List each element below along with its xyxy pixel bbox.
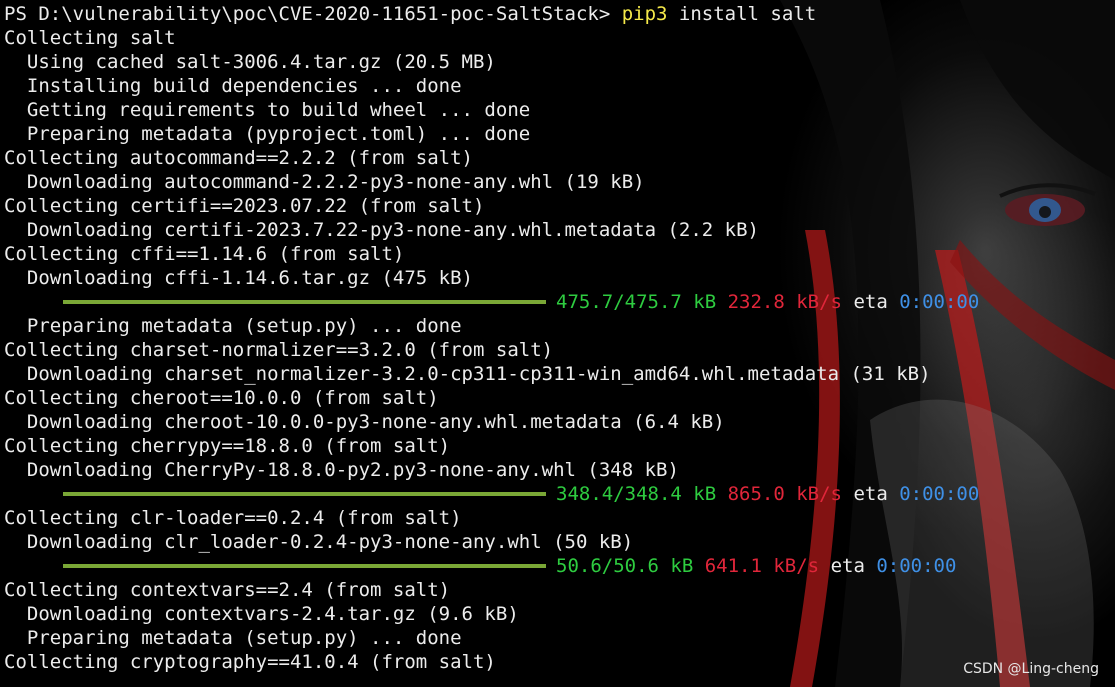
output-line: Downloading charset_normalizer-3.2.0-cp3… (4, 363, 931, 385)
output-line: Downloading cheroot-10.0.0-py3-none-any.… (4, 411, 725, 433)
progress-eta-label: eta (830, 555, 865, 577)
output-line: Collecting cherrypy==18.8.0 (from salt) (4, 435, 451, 457)
output-line: Downloading autocommand-2.2.2-py3-none-a… (4, 171, 645, 193)
progress-amount: 348.4/348.4 kB (556, 483, 717, 505)
progress-amount: 475.7/475.7 kB (556, 291, 717, 313)
command-args: install salt (667, 3, 817, 25)
progress-bar-fill (63, 492, 546, 496)
progress-bar (63, 492, 546, 496)
progress-speed: 865.0 kB/s (727, 483, 842, 505)
output-line: Downloading CherryPy-18.8.0-py2.py3-none… (4, 459, 679, 481)
progress-eta: 0:00:00 (899, 291, 980, 313)
output-line: Collecting cheroot==10.0.0 (from salt) (4, 387, 439, 409)
output-line: Downloading certifi-2023.7.22-py3-none-a… (4, 219, 759, 241)
prompt-line: PS D:\vulnerability\poc\CVE-2020-11651-p… (4, 2, 1115, 26)
progress-bar (63, 564, 546, 568)
output-line: Preparing metadata (setup.py) ... done (4, 627, 462, 649)
output-line: Getting requirements to build wheel ... … (4, 99, 531, 121)
progress-speed: 232.8 kB/s (727, 291, 842, 313)
output-line: Collecting certifi==2023.07.22 (from sal… (4, 195, 485, 217)
progress-stats: 348.4/348.4 kB 865.0 kB/s eta 0:00:00 (556, 482, 979, 506)
output-line: Downloading clr_loader-0.2.4-py3-none-an… (4, 531, 634, 553)
progress-stats: 475.7/475.7 kB 232.8 kB/s eta 0:00:00 (556, 290, 979, 314)
progress-bar-fill (63, 300, 546, 304)
terminal-output: PS D:\vulnerability\poc\CVE-2020-11651-p… (4, 2, 1115, 674)
download-progress-line: 475.7/475.7 kB 232.8 kB/s eta 0:00:00 (4, 290, 1115, 314)
output-line: Collecting cffi==1.14.6 (from salt) (4, 243, 405, 265)
progress-speed: 641.1 kB/s (704, 555, 820, 577)
download-progress-line: 348.4/348.4 kB 865.0 kB/s eta 0:00:00 (4, 482, 1115, 506)
output-line: Preparing metadata (setup.py) ... done (4, 315, 462, 337)
output-line: Collecting salt (4, 27, 176, 49)
output-line: Collecting clr-loader==0.2.4 (from salt) (4, 507, 462, 529)
output-line: Collecting cryptography==41.0.4 (from sa… (4, 651, 496, 673)
output-line: Installing build dependencies ... done (4, 75, 462, 97)
output-line: Preparing metadata (pyproject.toml) ... … (4, 123, 531, 145)
progress-stats: 50.6/50.6 kB 641.1 kB/s eta 0:00:00 (556, 554, 956, 578)
output-line: Collecting autocommand==2.2.2 (from salt… (4, 147, 473, 169)
progress-bar-fill (63, 564, 546, 568)
output-line: Collecting contextvars==2.4 (from salt) (4, 579, 451, 601)
download-progress-line: 50.6/50.6 kB 641.1 kB/s eta 0:00:00 (4, 554, 1115, 578)
output-line: Downloading contextvars-2.4.tar.gz (9.6 … (4, 603, 519, 625)
progress-eta: 0:00:00 (876, 555, 957, 577)
output-line: Collecting charset-normalizer==3.2.0 (fr… (4, 339, 554, 361)
prompt-path: PS D:\vulnerability\poc\CVE-2020-11651-p… (4, 3, 622, 25)
progress-eta: 0:00:00 (899, 483, 980, 505)
watermark: CSDN @Ling-cheng (963, 661, 1099, 677)
progress-amount: 50.6/50.6 kB (556, 555, 694, 577)
output-line: Using cached salt-3006.4.tar.gz (20.5 MB… (4, 51, 496, 73)
progress-eta-label: eta (853, 291, 888, 313)
command-name: pip3 (621, 3, 668, 25)
progress-bar (63, 300, 546, 304)
progress-eta-label: eta (853, 483, 888, 505)
terminal-window[interactable]: PS D:\vulnerability\poc\CVE-2020-11651-p… (0, 0, 1115, 687)
output-line: Downloading cffi-1.14.6.tar.gz (475 kB) (4, 267, 473, 289)
